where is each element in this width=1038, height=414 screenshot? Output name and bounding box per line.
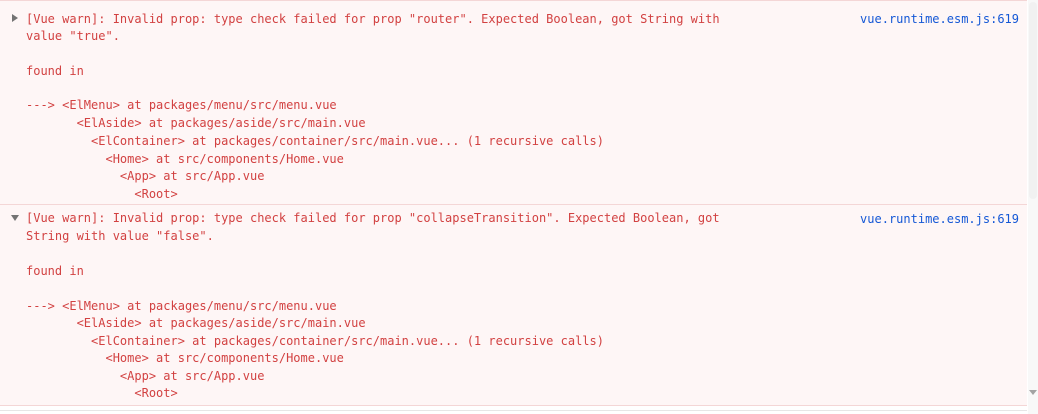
message-line: found in: [26, 264, 84, 278]
stack-line: <App> at src/App.vue: [26, 369, 265, 383]
stack-line: ---> <ElMenu> at packages/menu/src/menu.…: [26, 299, 337, 313]
message-line: value "true".: [26, 29, 120, 43]
stack-line: <ElAside> at packages/aside/src/main.vue: [26, 316, 366, 330]
stack-line: <App> at src/App.vue: [26, 169, 265, 183]
expand-triangle-icon[interactable]: [10, 13, 20, 23]
stack-line: <Home> at src/components/Home.vue: [26, 351, 344, 365]
stack-line: <ElContainer> at packages/container/src/…: [26, 334, 604, 348]
stack-line: <Home> at src/components/Home.vue: [26, 152, 344, 166]
collapse-triangle-icon[interactable]: [10, 213, 20, 223]
message-line: String with value "false".: [26, 229, 214, 243]
stack-line: <ElAside> at packages/aside/src/main.vue: [26, 116, 366, 130]
stack-line: <Root>: [26, 386, 178, 400]
source-link[interactable]: vue.runtime.esm.js:619: [860, 11, 1019, 28]
console-warning-message[interactable]: vue.runtime.esm.js:619 [Vue warn]: Inval…: [0, 205, 1027, 406]
stack-line: ---> <ElMenu> at packages/menu/src/menu.…: [26, 98, 337, 112]
scroll-down-arrow-icon[interactable]: [1029, 390, 1037, 395]
message-line: [Vue warn]: Invalid prop: type check fai…: [26, 211, 720, 225]
source-link[interactable]: vue.runtime.esm.js:619: [860, 211, 1019, 228]
stack-line: <ElContainer> at packages/container/src/…: [26, 134, 604, 148]
divider: [0, 410, 1027, 411]
vertical-scrollbar[interactable]: [1028, 0, 1038, 414]
stack-line: <Root>: [26, 187, 178, 201]
message-line: [Vue warn]: Invalid prop: type check fai…: [26, 12, 720, 26]
console-warning-message[interactable]: vue.runtime.esm.js:619 [Vue warn]: Inval…: [0, 0, 1027, 205]
message-line: found in: [26, 64, 84, 78]
console-panel: vue.runtime.esm.js:619 [Vue warn]: Inval…: [0, 0, 1038, 414]
scrollbar-thumb[interactable]: [1029, 2, 1037, 199]
